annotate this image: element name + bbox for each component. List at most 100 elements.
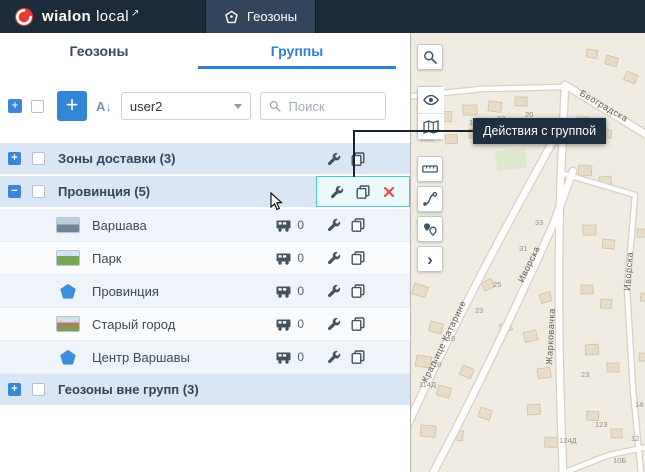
geofences-panel: Геозоны Группы + + A↓ user2: [0, 33, 410, 472]
map-layers-button[interactable]: [418, 113, 444, 139]
geofence-properties-button[interactable]: [326, 217, 342, 233]
group-row[interactable]: + Геозоны вне групп (3): [0, 374, 410, 405]
add-group-button[interactable]: +: [57, 91, 87, 121]
user-filter-value: user2: [130, 99, 163, 114]
svg-text:33: 33: [535, 218, 543, 227]
geofence-name: Провинция: [92, 284, 159, 299]
tab-geofences[interactable]: Геозоны: [0, 33, 198, 69]
panel-tabs: Геозоны Группы: [0, 33, 410, 69]
geofence-copy-button[interactable]: [350, 217, 366, 233]
tab-groups[interactable]: Группы: [198, 33, 396, 69]
units-count-icon: [276, 318, 293, 331]
group-properties-button[interactable]: [329, 184, 345, 200]
map-expand-button[interactable]: ›: [417, 246, 443, 272]
logo-arrow-icon: ↗: [131, 8, 139, 19]
geofence-properties-button[interactable]: [326, 316, 342, 332]
geofence-name: Парк: [92, 251, 122, 266]
wialon-logo-icon: [14, 7, 34, 27]
expand-icon[interactable]: +: [8, 383, 21, 396]
geofence-copy-button[interactable]: [350, 349, 366, 365]
geofence-icon: [224, 10, 239, 24]
copy-icon: [351, 218, 365, 232]
geofence-properties-button[interactable]: [326, 283, 342, 299]
sort-letter: A: [96, 99, 105, 114]
geofence-properties-button[interactable]: [326, 349, 342, 365]
units-count: 0: [297, 284, 304, 298]
svg-text:124Д: 124Д: [559, 436, 577, 445]
group-name: Зоны доставки (3): [58, 151, 176, 166]
map-ruler-button[interactable]: [417, 156, 443, 182]
app-logo[interactable]: wialon local↗: [0, 0, 205, 33]
map-search-button[interactable]: [417, 44, 443, 70]
geofence-row[interactable]: Варшава 0: [0, 209, 410, 242]
tooltip: Действия с группой: [473, 118, 606, 144]
chevron-down-icon: [234, 104, 242, 109]
units-count-icon: [276, 351, 293, 364]
eye-icon: [423, 94, 439, 106]
geofence-name: Центр Варшавы: [92, 350, 190, 365]
logo-text-local: local: [96, 8, 129, 25]
geofence-name: Старый город: [92, 317, 175, 332]
map-visibility-button[interactable]: [418, 87, 444, 113]
search-icon: [423, 50, 437, 64]
geofence-copy-button[interactable]: [350, 316, 366, 332]
svg-text:14: 14: [635, 400, 643, 409]
wrench-icon: [327, 152, 341, 166]
app-tab-geofences[interactable]: Геозоны: [205, 0, 316, 33]
wialon-app: wialon local↗ Геозоны Геозоны Группы + +: [0, 0, 645, 472]
search-input[interactable]: [287, 98, 377, 115]
geofence-copy-button[interactable]: [350, 283, 366, 299]
sort-arrow-icon: ↓: [105, 99, 112, 114]
group-properties-button[interactable]: [326, 151, 342, 167]
row-checkbox[interactable]: [32, 383, 45, 396]
expand-all-button[interactable]: +: [8, 99, 22, 113]
svg-text:10Б: 10Б: [613, 456, 626, 465]
group-name: Провинция (5): [58, 184, 150, 199]
polygon-geofence-icon: [60, 350, 76, 365]
map-routes-button[interactable]: [417, 186, 443, 212]
select-all-checkbox[interactable]: [31, 100, 44, 113]
group-actions-button[interactable]: [355, 184, 371, 200]
tooltip-text: Действия с группой: [483, 124, 596, 138]
group-row[interactable]: + Зоны доставки (3): [0, 143, 410, 174]
wrench-icon: [327, 284, 341, 298]
copy-icon: [356, 185, 370, 199]
geofence-properties-button[interactable]: [326, 250, 342, 266]
sort-button[interactable]: A↓: [96, 99, 112, 114]
svg-text:12: 12: [631, 434, 639, 443]
row-checkbox[interactable]: [32, 152, 45, 165]
group-delete-button[interactable]: [381, 184, 397, 200]
copy-icon: [351, 350, 365, 364]
chevron-right-icon: ›: [427, 251, 433, 268]
row-checkbox[interactable]: [32, 185, 45, 198]
expand-icon[interactable]: +: [8, 152, 21, 165]
search-box: [260, 92, 386, 120]
tab-geofences-label: Геозоны: [70, 43, 129, 59]
markers-icon: [422, 222, 438, 237]
map-basemap: 161820114Д1618232531332314123124Д10Б12 И…: [411, 33, 645, 472]
map-markers-button[interactable]: [417, 216, 443, 242]
delete-x-icon: [383, 186, 395, 198]
wrench-icon: [327, 218, 341, 232]
units-count: 0: [297, 317, 304, 331]
tooltip-connector-horizontal: [354, 130, 473, 132]
logo-text-wialon: wialon: [42, 8, 91, 25]
map-canvas[interactable]: 161820114Д1618232531332314123124Д10Б12 И…: [410, 33, 645, 472]
groups-list: + Зоны доставки (3) − Провинция (5): [0, 143, 410, 405]
geofence-row[interactable]: Центр Варшавы 0: [0, 341, 410, 374]
group-actions-highlight: [316, 176, 410, 207]
geofence-row[interactable]: Парк 0: [0, 242, 410, 275]
geofence-row[interactable]: Провинция 0: [0, 275, 410, 308]
groups-toolbar: + + A↓ user2: [8, 91, 410, 121]
group-row[interactable]: − Провинция (5): [0, 176, 410, 207]
geofence-row[interactable]: Старый город 0: [0, 308, 410, 341]
geofence-thumbnail: [56, 316, 80, 332]
geofence-copy-button[interactable]: [350, 250, 366, 266]
collapse-icon[interactable]: −: [8, 185, 21, 198]
app-tab-label: Геозоны: [247, 9, 297, 24]
copy-icon: [351, 317, 365, 331]
user-filter-select[interactable]: user2: [121, 92, 251, 120]
route-icon: [422, 191, 438, 207]
units-count-icon: [276, 219, 293, 232]
wrench-icon: [327, 350, 341, 364]
